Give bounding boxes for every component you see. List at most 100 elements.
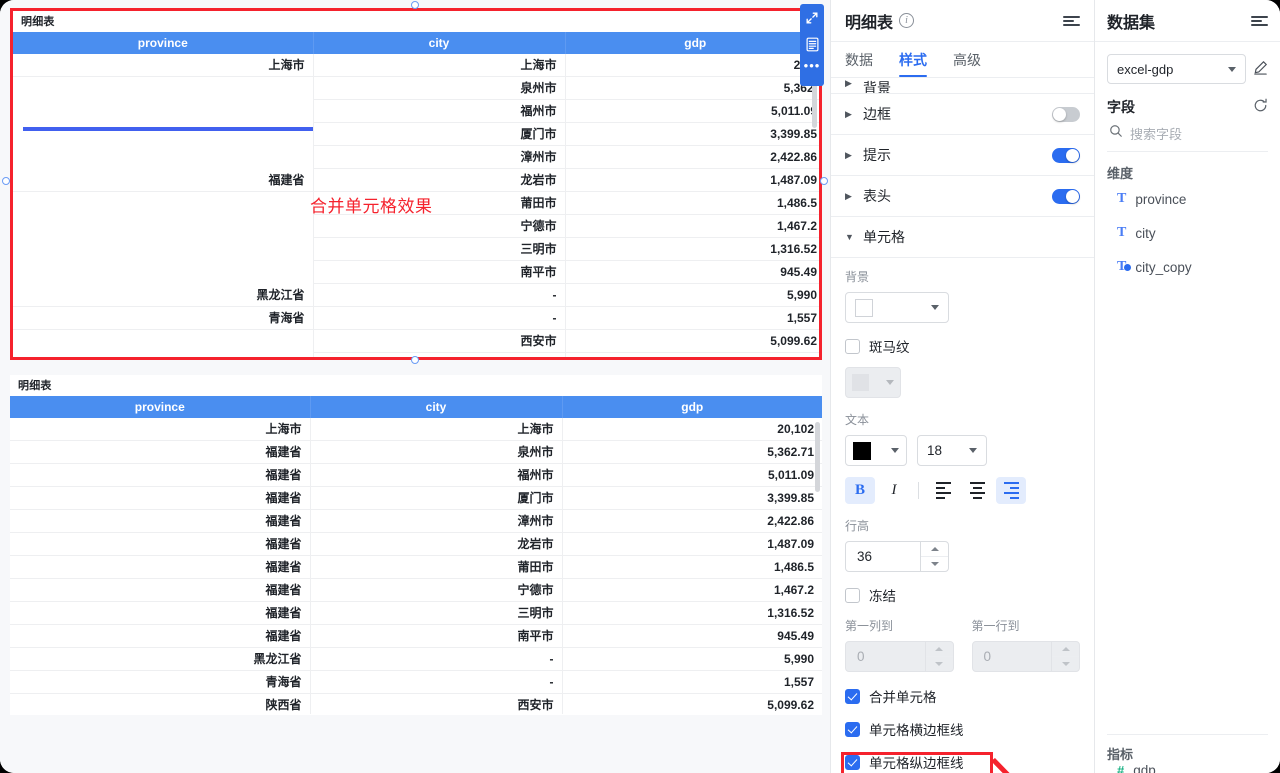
freeze-row[interactable]: 冻结 — [845, 585, 1080, 605]
stepper-down-icon[interactable] — [926, 657, 953, 671]
table-row[interactable]: 上海市 上海市 20,102 — [10, 418, 822, 441]
table-row[interactable]: 福建省 厦门市 3,399.85 — [10, 486, 822, 510]
more-dots-icon[interactable]: ••• — [804, 59, 821, 72]
freeze-checkbox[interactable] — [845, 587, 860, 603]
table-row[interactable]: 福州市 5,011.09 — [13, 99, 819, 123]
zebra-stripe-row[interactable]: 斑马纹 — [845, 336, 1080, 356]
detail-table-unmerged[interactable]: province city gdp 上海市 上海市 20,102 福建省 泉州市 5,36… — [10, 396, 822, 714]
first-col-input[interactable]: 0 — [845, 641, 954, 672]
field-item-province[interactable]: T province — [1107, 182, 1268, 216]
zebra-checkbox[interactable] — [845, 338, 860, 354]
table-row[interactable]: 漳州市 2,422.86 — [13, 145, 819, 169]
collapse-style-panel-icon[interactable] — [1063, 15, 1080, 26]
chart-floating-toolbar[interactable]: ••• — [800, 4, 824, 86]
row-height-stepper[interactable] — [920, 542, 948, 571]
field-search-row[interactable]: 搜索字段 — [1107, 117, 1268, 152]
section-tooltip[interactable]: ▶ 提示 — [831, 135, 1094, 176]
stepper-up-icon[interactable] — [925, 642, 953, 657]
resize-handle-left[interactable] — [2, 177, 10, 185]
first-row-input[interactable]: 0 — [971, 641, 1080, 672]
vertical-border-checkbox[interactable] — [845, 754, 860, 770]
resize-handle-bottom[interactable] — [411, 356, 419, 364]
col-header-city[interactable]: city — [310, 396, 563, 418]
section-table-header[interactable]: ▶ 表头 — [831, 176, 1094, 217]
toggle-border[interactable] — [1052, 106, 1080, 122]
table-row[interactable]: 厦门市 3,399.85 — [13, 122, 819, 146]
table-row[interactable]: 黑龙江省 -5,990 — [10, 647, 822, 671]
bold-button[interactable]: B — [845, 477, 875, 504]
merge-cells-row[interactable]: 合并单元格 — [845, 686, 1080, 706]
chart-card-merged[interactable]: 明细表 province city gdp 上海市上海市20,1泉州市5,362… — [10, 8, 822, 360]
cell-city: - — [310, 670, 563, 694]
text-color-select[interactable] — [845, 435, 907, 466]
stepper-up-icon[interactable] — [1052, 642, 1079, 657]
collapse-dataset-panel-icon[interactable] — [1251, 15, 1268, 26]
tab-advanced[interactable]: 高级 — [953, 50, 981, 77]
table-detail-icon[interactable] — [804, 36, 820, 52]
table-row[interactable]: 上海市上海市20,1 — [13, 54, 819, 77]
table-row[interactable]: 南平市 945.49 — [13, 260, 819, 284]
background-color-select[interactable] — [845, 292, 949, 323]
refresh-icon[interactable] — [1253, 98, 1268, 116]
field-item-city[interactable]: T city — [1107, 216, 1268, 250]
table-row[interactable]: 三明市 1,316.52 — [13, 237, 819, 261]
col-header-province[interactable]: province — [13, 32, 314, 54]
section-border-label: 边框 — [863, 106, 891, 122]
align-center-button[interactable] — [962, 477, 992, 504]
section-cell[interactable]: ▼ 单元格 — [831, 217, 1094, 258]
italic-button[interactable]: I — [879, 477, 909, 504]
font-size-select[interactable]: 18 — [917, 435, 987, 466]
table-row[interactable]: 福建省 宁德市 1,467.2 — [10, 578, 822, 602]
expand-arrows-icon[interactable] — [804, 10, 820, 26]
chart-card-unmerged[interactable]: 明细表 province city gdp 上海市 上海市 20,102 福建省 泉州市… — [10, 375, 822, 715]
horizontal-border-row[interactable]: 单元格横边框线 — [845, 719, 1080, 739]
table-row[interactable]: 黑龙江省 -5,990 — [13, 283, 819, 307]
merge-cells-checkbox[interactable] — [845, 688, 860, 704]
resize-handle-right[interactable] — [820, 177, 828, 185]
table-row[interactable]: 青海省 -1,557 — [13, 306, 819, 330]
table-row[interactable]: 泉州市 5,362. — [13, 76, 819, 100]
row-height-input[interactable]: 36 — [845, 541, 949, 572]
pencil-icon[interactable] — [1253, 60, 1268, 78]
table-row[interactable]: 福建省 南平市 945.49 — [10, 624, 822, 648]
col-header-province[interactable]: province — [10, 396, 311, 418]
resize-handle-top[interactable] — [411, 1, 419, 9]
metric-item-clipped[interactable]: # gdp — [1107, 763, 1268, 773]
dashboard-canvas[interactable]: 明细表 province city gdp 上海市上海市20,1泉州市5,362… — [0, 0, 830, 773]
table-row[interactable]: 西安市 5,099.62 — [13, 329, 819, 353]
table-row[interactable]: 青海省 -1,557 — [10, 670, 822, 694]
col-header-city[interactable]: city — [313, 32, 566, 54]
table-row[interactable]: 福建省 漳州市 2,422.86 — [10, 509, 822, 533]
first-row-stepper[interactable] — [1051, 642, 1079, 671]
toggle-tooltip[interactable] — [1052, 147, 1080, 163]
vertical-scrollbar-thumb-bottom[interactable] — [815, 422, 820, 492]
info-circle-icon[interactable]: i — [899, 13, 915, 28]
tab-style[interactable]: 样式 — [899, 50, 927, 77]
cell-province: 福建省 — [10, 509, 311, 533]
stepper-down-icon[interactable] — [921, 557, 948, 571]
table-row[interactable]: 陕西省 西安市 5,099.62 — [10, 693, 822, 714]
table-row[interactable]: 福建省 龙岩市 1,487.09 — [13, 168, 819, 192]
style-panel-body[interactable]: ▶ 背景 ▶ 边框 ▶ 提示 ▶ 表头 ▼ 单元格 背景 斑马纹 文本 18 B… — [831, 78, 1094, 773]
align-left-button[interactable] — [928, 477, 958, 504]
section-background[interactable]: ▶ 背景 — [831, 78, 1094, 94]
stepper-up-icon[interactable] — [921, 542, 948, 557]
section-border[interactable]: ▶ 边框 — [831, 94, 1094, 135]
horizontal-border-checkbox[interactable] — [845, 721, 860, 737]
chart-table-bottom-wrap[interactable]: province city gdp 上海市 上海市 20,102 福建省 泉州市 5,36… — [10, 396, 822, 714]
table-row[interactable]: 福建省 三明市 1,316.52 — [10, 601, 822, 625]
table-row[interactable]: 福建省 福州市 5,011.09 — [10, 463, 822, 487]
col-header-gdp[interactable]: gdp — [562, 396, 822, 418]
stepper-down-icon[interactable] — [1052, 657, 1079, 671]
dataset-select[interactable]: excel-gdp — [1107, 54, 1246, 84]
align-right-button[interactable] — [996, 477, 1026, 504]
table-row[interactable]: 福建省 莆田市 1,486.5 — [10, 555, 822, 579]
first-col-stepper[interactable] — [924, 642, 953, 671]
toggle-table-header[interactable] — [1052, 188, 1080, 204]
table-row[interactable]: 宁德市 1,467.2 — [13, 214, 819, 238]
field-item-city-copy[interactable]: T city_copy — [1107, 250, 1268, 284]
table-row[interactable]: 福建省 泉州市 5,362.71 — [10, 440, 822, 464]
col-header-gdp[interactable]: gdp — [565, 32, 819, 54]
table-row[interactable]: 福建省 龙岩市 1,487.09 — [10, 532, 822, 556]
tab-data[interactable]: 数据 — [845, 50, 873, 77]
